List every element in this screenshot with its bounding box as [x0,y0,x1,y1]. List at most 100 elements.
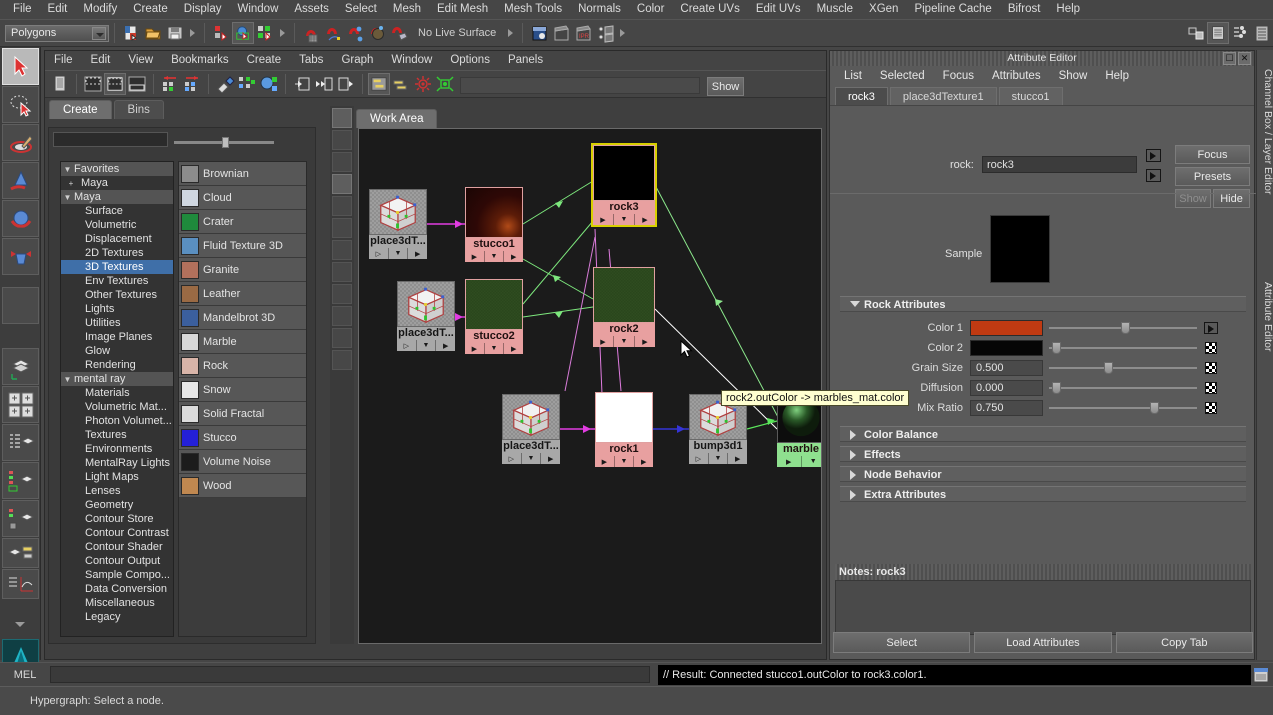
graph-node-input-port[interactable]: ▷ [369,248,388,259]
render-swatch-icon[interactable] [258,73,280,95]
tree-item-textures[interactable]: Textures [61,428,173,442]
ae-menu-item-list[interactable]: List [835,66,871,86]
graph-node-attributes-dropdown[interactable]: ▼ [483,343,504,354]
ae-tab-stucco1[interactable]: stucco1 [998,87,1063,105]
tree-item-other-textures[interactable]: Other Textures [61,288,173,302]
toolbox-expand-arrow[interactable] [0,610,40,638]
graph-node-input-port[interactable]: ▶ [593,214,613,225]
work-area-tab-icon-3[interactable] [332,152,352,172]
sample-swatch[interactable] [990,215,1050,283]
notes-input[interactable] [835,580,1251,635]
ae-menu-item-selected[interactable]: Selected [871,66,934,86]
tree-item-glow[interactable]: Glow [61,344,173,358]
work-area-tab-icon-2[interactable] [332,130,352,150]
node-type-fluid-texture-3d[interactable]: Fluid Texture 3D [179,234,306,258]
node-type-snow[interactable]: Snow [179,378,306,402]
attr-slider-grain-size[interactable] [1049,361,1197,375]
select-by-hierarchy-icon[interactable] [210,22,232,44]
graph-node-attributes-dropdown[interactable]: ▼ [387,248,408,259]
collapse-arrow-icon[interactable] [278,22,287,44]
graph-node-stucco2[interactable]: stucco2 ▶ ▼ ▶ [465,279,523,354]
collapse-arrow-icon[interactable] [506,22,515,44]
graph-materials-on-objects-icon[interactable] [434,73,456,95]
main-menu-item-display[interactable]: Display [176,0,230,19]
main-menu-item-edit-mesh[interactable]: Edit Mesh [429,0,496,19]
select-by-object-icon[interactable] [232,22,254,44]
rearrange-graph-icon[interactable] [236,73,258,95]
graph-node-output-port[interactable]: ▶ [503,251,523,262]
main-menu-item-mesh[interactable]: Mesh [385,0,429,19]
graph-node-attributes-dropdown[interactable]: ▼ [415,340,436,351]
chevron-down-icon[interactable]: ▼ [61,373,74,387]
graph-node-output-port[interactable]: ▶ [634,214,655,225]
outliner-persp-layout-icon[interactable] [2,424,39,461]
snap-to-view-plane-icon[interactable] [366,22,388,44]
single-perspective-view-icon[interactable] [2,348,39,385]
graph-node-ports[interactable]: ▶ ▼ ▶ [465,251,523,262]
outliner-graph-layout-icon[interactable] [2,569,39,599]
attr-value-mix-ratio[interactable]: 0.750 [970,400,1043,416]
graph-node-output-port[interactable]: ▶ [634,336,655,347]
work-area-tab-icon-4[interactable] [332,174,352,194]
show-top-tabs-only-icon[interactable] [82,73,104,95]
tree-item-photon-volumet[interactable]: Photon Volumet... [61,414,173,428]
script-editor-icon[interactable] [1252,666,1270,684]
graph-node-ports[interactable]: ▶ ▼ [777,456,821,467]
graph-node-stucco1[interactable]: stucco1 ▶ ▼ ▶ [465,187,523,262]
select-tool[interactable] [2,48,39,85]
graph-node-input-port[interactable]: ▶ [595,456,614,467]
hypershade-menu-item-options[interactable]: Options [441,51,499,70]
output-connection-icon[interactable] [335,73,357,95]
node-type-wood[interactable]: Wood [179,474,306,498]
tree-item-maya[interactable]: ▼ Maya [61,190,173,204]
map-button-checker-icon[interactable] [1205,362,1217,374]
snap-to-point-icon[interactable] [344,22,366,44]
search-input[interactable] [53,132,168,147]
attr-value-grain-size[interactable]: 0.500 [970,360,1043,376]
node-type-granite[interactable]: Granite [179,258,306,282]
node-type-volume-noise[interactable]: Volume Noise [179,450,306,474]
work-area-tab[interactable]: Work Area [356,109,438,128]
work-area-tab-icon-9[interactable] [332,284,352,304]
section-header-effects[interactable]: Effects [840,446,1246,462]
section-header-extra-attributes[interactable]: Extra Attributes [840,486,1246,502]
slider-handle[interactable] [1052,342,1061,354]
graph-node-ports[interactable]: ▶ ▼ ▶ [593,214,655,225]
attr-value-diffusion[interactable]: 0.000 [970,380,1043,396]
attr-slider-color-1[interactable] [1049,321,1197,335]
tree-item-mentalray-lights[interactable]: MentalRay Lights [61,456,173,470]
menuset-selector[interactable]: Polygons [5,24,109,42]
attribute-editor-icon[interactable] [1229,22,1251,44]
graph-node-rock2[interactable]: rock2 ▶ ▼ ▶ [593,267,655,347]
main-menu-item-color[interactable]: Color [629,0,672,19]
ipr-render-icon[interactable] [550,22,572,44]
snap-to-grid-icon[interactable] [300,22,322,44]
main-menu-item-create-uvs[interactable]: Create UVs [672,0,747,19]
graph-node-output-port[interactable]: ▶ [503,343,523,354]
tree-item-contour-store[interactable]: Contour Store [61,512,173,526]
node-category-tree[interactable]: ▼ Favorites + Maya ▼ Maya Surface Volumetric Dis… [60,161,174,637]
tree-item-favorites[interactable]: ▼ Favorites [61,162,173,176]
tree-item-volumetric-mat[interactable]: Volumetric Mat... [61,400,173,414]
close-icon[interactable]: ✕ [1238,52,1251,65]
ae-menu-item-show[interactable]: Show [1050,66,1097,86]
graph-node-output-port[interactable]: ▶ [633,456,653,467]
ae-menu-item-help[interactable]: Help [1096,66,1138,86]
scale-tool[interactable] [2,238,39,275]
graph-node-input-port[interactable]: ▶ [465,343,484,354]
snap-to-projected-center-icon[interactable] [388,22,410,44]
input-output-connections-icon[interactable] [313,73,335,95]
render-settings-icon[interactable]: IPR [572,22,594,44]
main-menu-item-help[interactable]: Help [1048,0,1088,19]
tree-item-rendering[interactable]: Rendering [61,358,173,372]
graph-node-ports[interactable]: ▶ ▼ ▶ [593,336,655,347]
tree-item-3d-textures[interactable]: 3D Textures [61,260,173,274]
node-type-crater[interactable]: Crater [179,210,306,234]
chevron-down-icon[interactable]: ▼ [61,163,74,177]
section-header-rock-attributes[interactable]: Rock Attributes [840,296,1246,312]
tree-item-legacy[interactable]: Legacy [61,610,173,624]
node-type-marble[interactable]: Marble [179,330,306,354]
graph-node-ports[interactable]: ▶ ▼ ▶ [595,456,653,467]
main-menu-item-xgen[interactable]: XGen [861,0,906,19]
main-menu-item-edit[interactable]: Edit [40,0,76,19]
